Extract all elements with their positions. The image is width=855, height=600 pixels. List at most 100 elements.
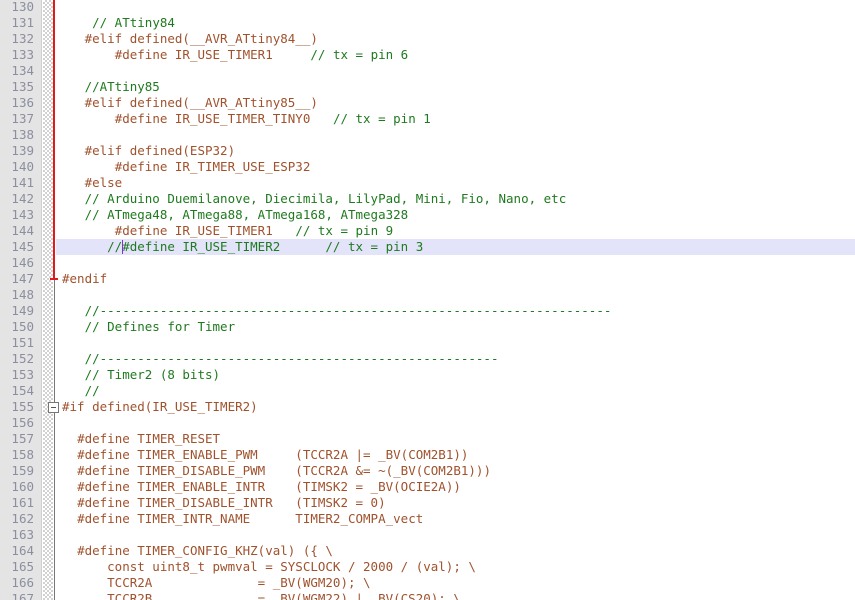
code-line-text[interactable]: #define TIMER_RESET (62, 431, 220, 447)
line-number: 148 (11, 287, 34, 302)
code-line-text[interactable]: TCCR2B = _BV(WGM22) | _BV(CS20); \ (62, 591, 461, 600)
token-pre: #define IR_TIMER_USE_ESP32 (114, 159, 311, 174)
code-line[interactable]: 135 //ATtiny85 (0, 79, 855, 95)
code-line-text[interactable]: // Defines for Timer (62, 319, 236, 335)
line-number: 154 (11, 383, 34, 398)
line-number: 158 (11, 447, 34, 462)
token-pre: #if defined(IR_USE_TIMER2) (62, 399, 258, 414)
code-line-text[interactable]: #else (62, 175, 123, 191)
code-line[interactable]: 142 // Arduino Duemilanove, Diecimila, L… (0, 191, 855, 207)
code-line[interactable]: 149 //----------------------------------… (0, 303, 855, 319)
code-line[interactable]: 156 (0, 415, 855, 431)
code-line[interactable]: 161 #define TIMER_DISABLE_INTR (TIMSK2 =… (0, 495, 855, 511)
code-line-text[interactable]: #define TIMER_ENABLE_PWM (TCCR2A |= _BV(… (62, 447, 468, 463)
code-line[interactable]: 165 const uint8_t pwmval = SYSCLOCK / 20… (0, 559, 855, 575)
code-line-text[interactable]: // ATtiny84 (62, 15, 175, 31)
code-line[interactable]: 158 #define TIMER_ENABLE_PWM (TCCR2A |= … (0, 447, 855, 463)
code-line-text[interactable]: #define TIMER_CONFIG_KHZ(val) ({ \ (62, 543, 333, 559)
code-line[interactable]: 148 (0, 287, 855, 303)
code-line-text[interactable]: // ATmega48, ATmega88, ATmega168, ATmega… (62, 207, 409, 223)
code-line-text[interactable]: #define IR_USE_TIMER_TINY0 // tx = pin 1 (62, 111, 431, 127)
line-number: 141 (11, 175, 34, 190)
code-line-text[interactable]: #elif defined(ESP32) (62, 143, 236, 159)
code-line-text[interactable]: #define TIMER_DISABLE_PWM (TCCR2A &= ~(_… (62, 463, 491, 479)
token-comment: //--------------------------------------… (84, 351, 499, 366)
code-line[interactable]: 133 #define IR_USE_TIMER1 // tx = pin 6 (0, 47, 855, 63)
code-line[interactable]: 143 // ATmega48, ATmega88, ATmega168, AT… (0, 207, 855, 223)
code-line[interactable]: 152 //----------------------------------… (0, 351, 855, 367)
code-line-text[interactable]: //--------------------------------------… (62, 351, 499, 367)
code-line[interactable]: 150 // Defines for Timer (0, 319, 855, 335)
code-line-text[interactable]: const uint8_t pwmval = SYSCLOCK / 2000 /… (62, 559, 476, 575)
code-line[interactable]: 130 (0, 0, 855, 15)
token-pre: #elif defined(ESP32) (84, 143, 236, 158)
code-editor[interactable]: 130 131 // ATtiny84 132 #elif defined(__AV… (0, 0, 855, 600)
line-number: 165 (11, 559, 34, 574)
code-line[interactable]: 151 (0, 335, 855, 351)
code-line-text[interactable]: #define TIMER_DISABLE_INTR (TIMSK2 = 0) (62, 495, 386, 511)
token-pre: #define TIMER_DISABLE_PWM (TCCR2A &= ~(_… (77, 463, 491, 478)
code-line-text[interactable]: #elif defined(__AVR_ATtiny84__) (62, 31, 318, 47)
code-line[interactable]: 157 #define TIMER_RESET (0, 431, 855, 447)
code-line-text[interactable]: //--------------------------------------… (62, 303, 612, 319)
code-line-text[interactable]: #define TIMER_INTR_NAME TIMER2_COMPA_vec… (62, 511, 423, 527)
code-line[interactable]: 131 // ATtiny84 (0, 15, 855, 31)
code-line-text[interactable]: #endif (62, 271, 107, 287)
code-line[interactable]: 153 // Timer2 (8 bits) (0, 367, 855, 383)
code-line[interactable]: 145 //#define IR_USE_TIMER2 // tx = pin … (0, 239, 855, 255)
token-pre: #define TIMER_RESET (77, 431, 221, 446)
code-line[interactable]: 136 #elif defined(__AVR_ATtiny85__) (0, 95, 855, 111)
code-line[interactable]: 160 #define TIMER_ENABLE_INTR (TIMSK2 = … (0, 479, 855, 495)
code-line[interactable]: 162 #define TIMER_INTR_NAME TIMER2_COMPA… (0, 511, 855, 527)
code-text-area[interactable]: 130 131 // ATtiny84 132 #elif defined(__AV… (0, 0, 855, 600)
code-line[interactable]: 155 #if defined(IR_USE_TIMER2) (0, 399, 855, 415)
code-line[interactable]: 132 #elif defined(__AVR_ATtiny84__) (0, 31, 855, 47)
code-line-text[interactable]: // (62, 383, 100, 399)
code-line-text[interactable]: #elif defined(__AVR_ATtiny85__) (62, 95, 318, 111)
token-comment: // (84, 383, 100, 398)
code-line[interactable]: 166 TCCR2A = _BV(WGM20); \ (0, 575, 855, 591)
line-number: 142 (11, 191, 34, 206)
code-line[interactable]: 140 #define IR_TIMER_USE_ESP32 (0, 159, 855, 175)
code-line[interactable]: 144 #define IR_USE_TIMER1 // tx = pin 9 (0, 223, 855, 239)
code-line-text[interactable]: //ATtiny85 (62, 79, 160, 95)
code-line-text[interactable]: #define IR_USE_TIMER1 // tx = pin 9 (62, 223, 393, 239)
line-number: 164 (11, 543, 34, 558)
token-comment: // tx = pin 3 (325, 239, 424, 254)
code-line-text[interactable]: TCCR2A = _BV(WGM20); \ (62, 575, 370, 591)
code-line[interactable]: 154 // (0, 383, 855, 399)
code-line[interactable]: 164 #define TIMER_CONFIG_KHZ(val) ({ \ (0, 543, 855, 559)
code-line[interactable]: 147 #endif (0, 271, 855, 287)
code-line-text[interactable]: #define IR_USE_TIMER1 // tx = pin 6 (62, 47, 409, 63)
token-pre: #define TIMER_INTR_NAME TIMER2_COMPA_vec… (77, 511, 424, 526)
token-pre: #endif (62, 271, 108, 286)
code-line[interactable]: 138 (0, 127, 855, 143)
code-line[interactable]: 137 #define IR_USE_TIMER_TINY0 // tx = p… (0, 111, 855, 127)
code-line-text[interactable]: #define TIMER_ENABLE_INTR (TIMSK2 = _BV(… (62, 479, 461, 495)
code-line[interactable]: 159 #define TIMER_DISABLE_PWM (TCCR2A &=… (0, 463, 855, 479)
code-line-text[interactable]: #if defined(IR_USE_TIMER2) (62, 399, 258, 415)
token-comment: // Timer2 (8 bits) (84, 367, 221, 382)
code-line-text[interactable]: //#define IR_USE_TIMER2 // tx = pin 3 (62, 239, 423, 255)
code-line[interactable]: 163 (0, 527, 855, 543)
code-line[interactable]: 167 TCCR2B = _BV(WGM22) | _BV(CS20); \ (0, 591, 855, 600)
code-line-text[interactable]: // Timer2 (8 bits) (62, 367, 220, 383)
code-line-text[interactable]: #define IR_TIMER_USE_ESP32 (62, 159, 311, 175)
code-line-text[interactable]: // Arduino Duemilanove, Diecimila, LilyP… (62, 191, 567, 207)
code-line[interactable]: 146 (0, 255, 855, 271)
line-number: 162 (11, 511, 34, 526)
code-line[interactable]: 139 #elif defined(ESP32) (0, 143, 855, 159)
code-line[interactable]: 141 #else (0, 175, 855, 191)
token-pre: #elif defined(__AVR_ATtiny85__) (84, 95, 318, 110)
token-pre: #define IR_USE_TIMER_TINY0 (114, 111, 311, 126)
code-line[interactable]: 134 (0, 63, 855, 79)
